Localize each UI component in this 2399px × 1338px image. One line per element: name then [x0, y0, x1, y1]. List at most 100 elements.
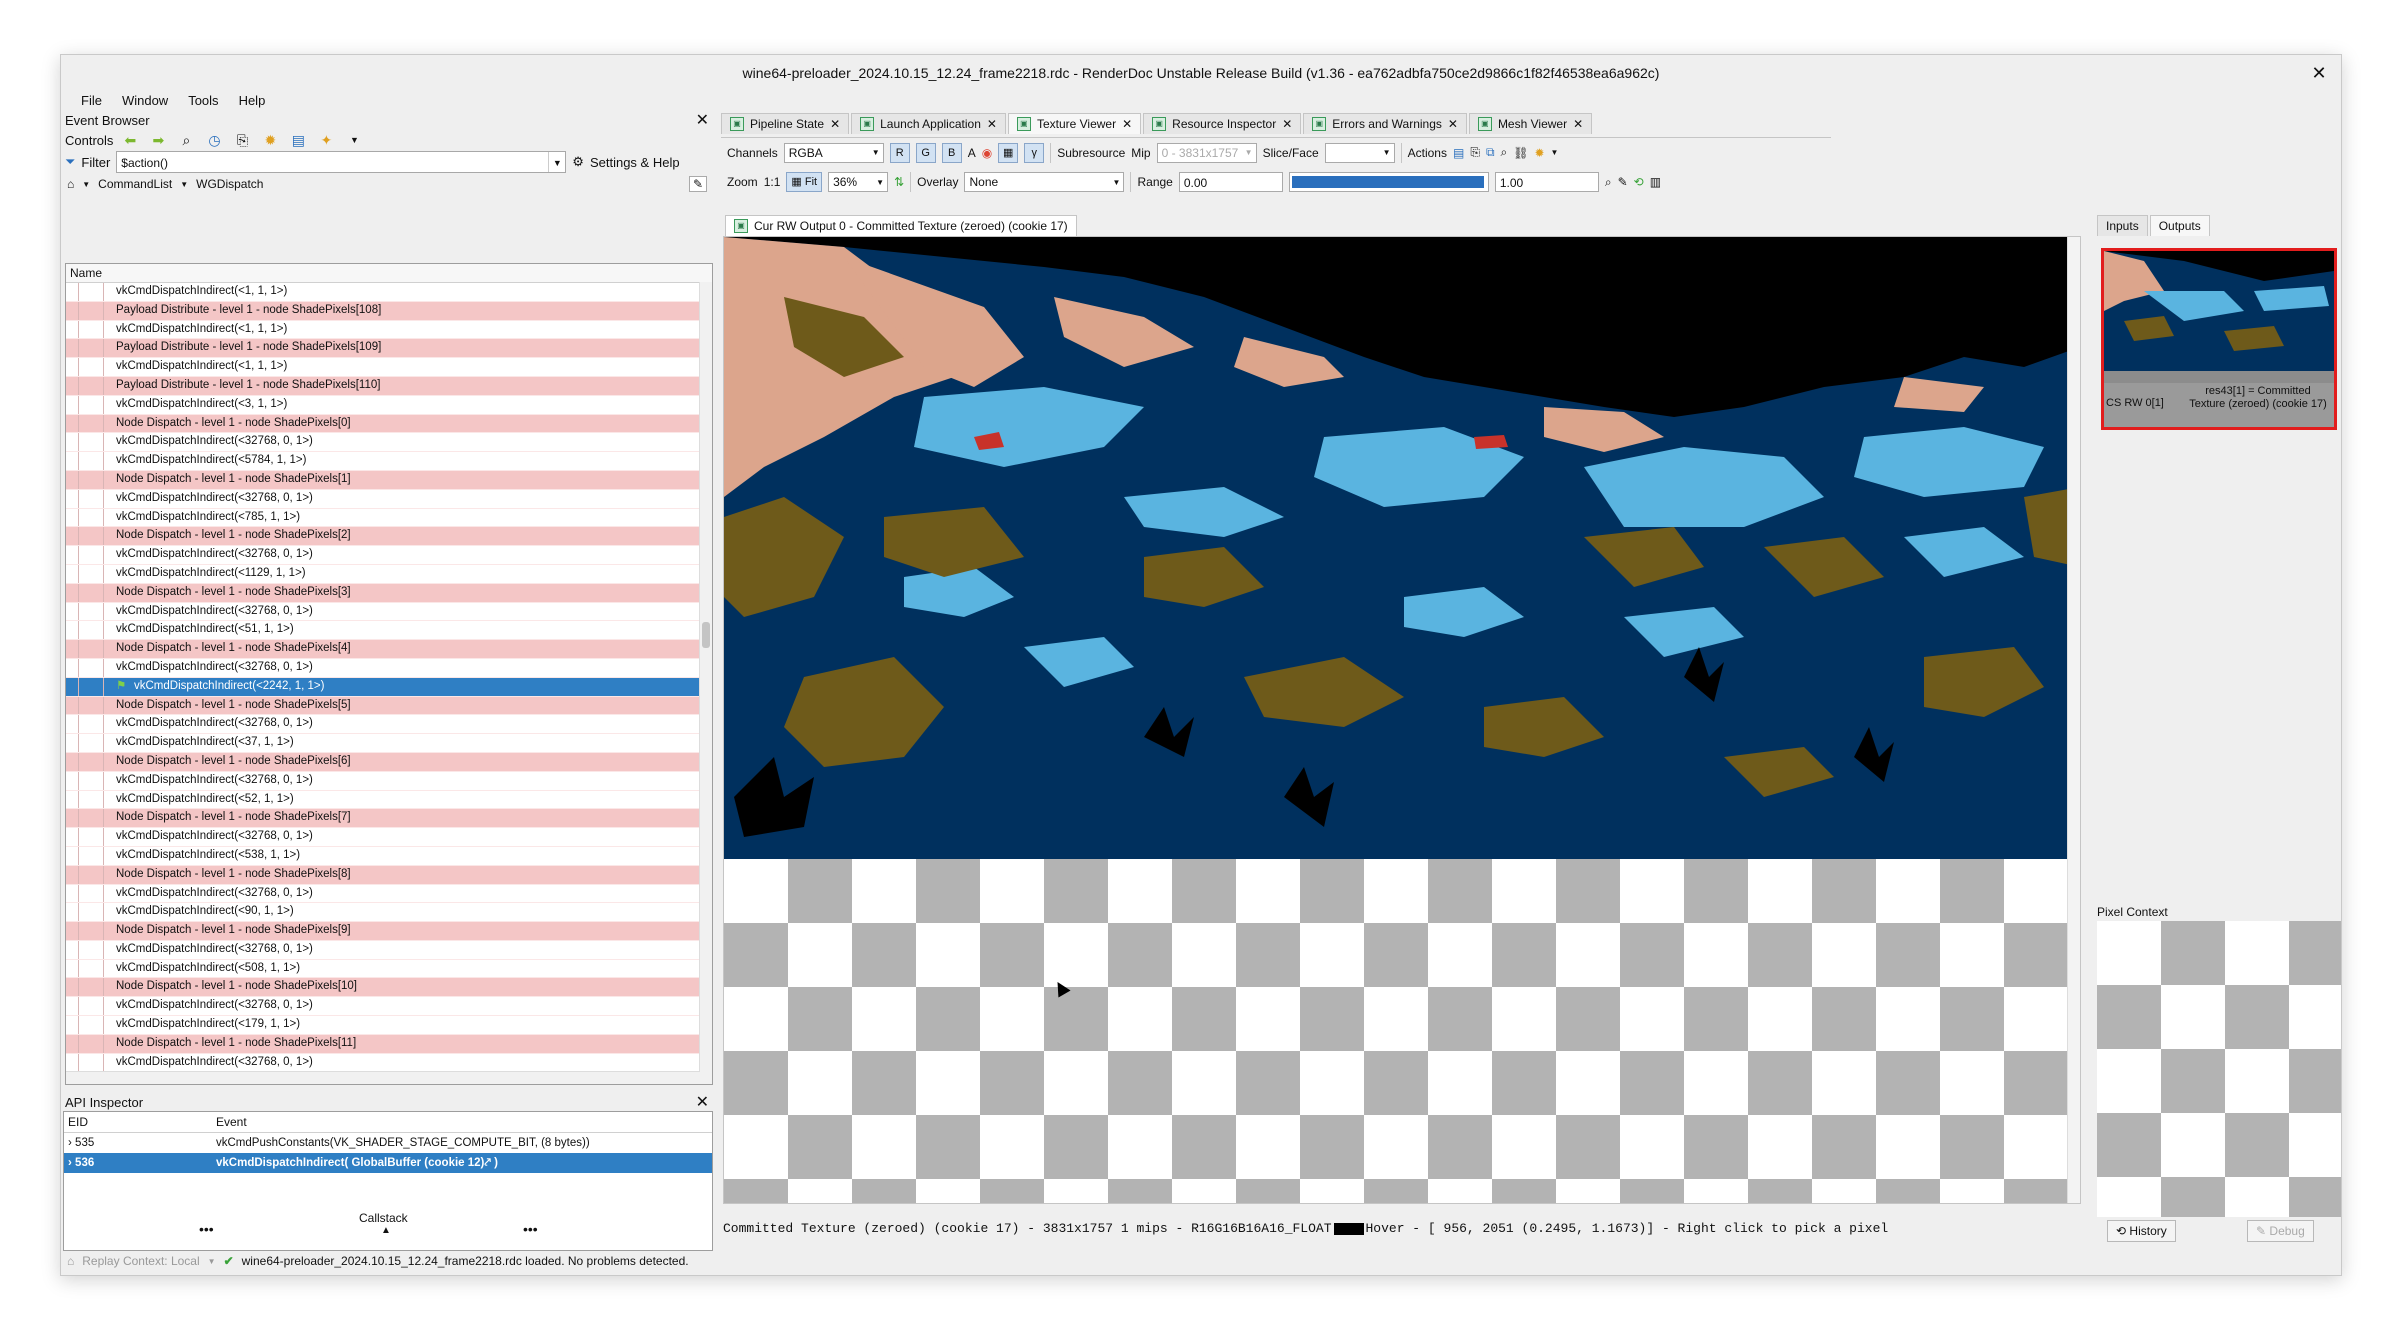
breadcrumb-wgdispatch[interactable]: WGDispatch	[196, 177, 263, 191]
close-icon[interactable]: ✕	[987, 114, 997, 134]
slice-face-select[interactable]: ▼	[1324, 142, 1395, 163]
list-item[interactable]: vkCmdDispatchIndirect(<32768, 0, 1>)	[66, 828, 712, 847]
list-item[interactable]: Payload Distribute - level 1 - node Shad…	[66, 339, 712, 359]
list-item[interactable]: Node Dispatch - level 1 - node ShadePixe…	[66, 640, 712, 659]
list-item[interactable]: Node Dispatch - level 1 - node ShadePixe…	[66, 527, 712, 547]
more-icon[interactable]: •••	[199, 1221, 214, 1237]
close-icon[interactable]: ✕	[696, 1092, 709, 1112]
alpha-channel-toggle[interactable]: A	[968, 146, 976, 160]
close-icon[interactable]: ✕	[2309, 63, 2329, 83]
checkerboard-icon[interactable]: ▦	[998, 142, 1019, 163]
tab-launch-application[interactable]: ▣ Launch Application ✕	[851, 113, 1006, 134]
tab-pipeline-state[interactable]: ▣ Pipeline State ✕	[721, 113, 850, 134]
reset-range-icon[interactable]: ⟲	[1634, 175, 1644, 189]
scrollbar-thumb[interactable]	[702, 622, 710, 648]
list-item[interactable]: Payload Distribute - level 1 - node Shad…	[66, 301, 712, 321]
texture-viewport[interactable]	[723, 236, 2081, 1204]
horizontal-scrollbar[interactable]	[66, 1071, 700, 1084]
close-icon[interactable]: ✕	[1282, 114, 1292, 134]
gear-icon[interactable]: ⚙	[572, 154, 584, 170]
close-icon[interactable]: ✕	[830, 114, 840, 134]
close-icon[interactable]: ✕	[1573, 114, 1583, 134]
save-icon[interactable]: ▤	[287, 131, 309, 149]
list-item[interactable]: vkCmdDispatchIndirect(<32768, 0, 1>)	[66, 489, 712, 509]
list-item[interactable]: vkCmdDispatchIndirect(<1, 1, 1>)	[66, 283, 712, 302]
triangle-up-icon[interactable]: ▲	[381, 1225, 391, 1236]
auto-fit-icon[interactable]: ✎	[1618, 175, 1628, 189]
red-channel-toggle[interactable]: R	[889, 142, 910, 163]
list-item[interactable]: vkCmdDispatchIndirect(<32768, 0, 1>)	[66, 546, 712, 565]
bookmark-icon[interactable]: ✦	[315, 131, 337, 149]
chevron-down-icon[interactable]: ▼	[208, 1257, 216, 1266]
event-column-header[interactable]: Event	[214, 1112, 712, 1132]
flip-icon[interactable]: ⇅	[894, 175, 904, 189]
binoculars-icon[interactable]: ⌕	[1501, 145, 1508, 160]
history-button[interactable]: ⟲ History	[2107, 1220, 2176, 1242]
list-item[interactable]: vkCmdDispatchIndirect(<37, 1, 1>)	[66, 734, 712, 753]
list-item[interactable]: vkCmdDispatchIndirect(<32768, 0, 1>)	[66, 1053, 712, 1073]
settings-help-button[interactable]: Settings & Help	[590, 155, 680, 170]
chevron-down-icon[interactable]: ▼	[1551, 148, 1559, 157]
tab-outputs[interactable]: Outputs	[2149, 215, 2210, 236]
list-item[interactable]: Payload Distribute - level 1 - node Shad…	[66, 376, 712, 396]
zoom-range-icon[interactable]: ⌕	[1605, 175, 1612, 190]
list-item[interactable]: vkCmdDispatchIndirect(<32768, 0, 1>)	[66, 433, 712, 453]
mip-select[interactable]: 0 - 3831x1757 ▼	[1156, 142, 1257, 163]
list-item[interactable]: vkCmdDispatchIndirect(<32768, 0, 1>)	[66, 940, 712, 960]
list-item[interactable]: vkCmdDispatchIndirect(<32768, 0, 1>)	[66, 771, 712, 791]
fit-button[interactable]: ▦ Fit	[786, 172, 823, 192]
export-icon[interactable]: ⎘	[231, 131, 253, 149]
list-item[interactable]: vkCmdDispatchIndirect(<179, 1, 1>)	[66, 1016, 712, 1035]
list-item[interactable]: vkCmdDispatchIndirect(<5784, 1, 1>)	[66, 452, 712, 471]
save-texture-icon[interactable]: ▤	[1453, 146, 1464, 160]
list-item[interactable]: vkCmdDispatchIndirect(<51, 1, 1>)	[66, 621, 712, 641]
list-item[interactable]: vkCmdDispatchIndirect(<32768, 0, 1>)	[66, 997, 712, 1017]
callstack-label[interactable]: Callstack	[359, 1211, 408, 1225]
back-arrow-icon[interactable]: ⬅	[119, 131, 141, 149]
list-item[interactable]: Node Dispatch - level 1 - node ShadePixe…	[66, 809, 712, 829]
list-item[interactable]: vkCmdDispatchIndirect(<538, 1, 1>)	[66, 846, 712, 866]
list-item[interactable]: vkCmdDispatchIndirect(<32768, 0, 1>)	[66, 658, 712, 678]
chevron-down-icon[interactable]: ▼	[548, 152, 565, 172]
list-item[interactable]: Node Dispatch - level 1 - node ShadePixe…	[66, 583, 712, 603]
close-icon[interactable]: ✕	[1122, 114, 1132, 134]
tab-errors-warnings[interactable]: ▣ Errors and Warnings ✕	[1303, 113, 1467, 134]
list-item[interactable]: Node Dispatch - level 1 - node ShadePixe…	[66, 752, 712, 772]
chevron-down-icon[interactable]: ▼	[180, 180, 188, 189]
table-row[interactable]: › 535 vkCmdPushConstants(VK_SHADER_STAGE…	[64, 1133, 712, 1153]
list-item[interactable]: vkCmdDispatchIndirect(<1, 1, 1>)	[66, 358, 712, 377]
zoom-1to1-button[interactable]: 1:1	[764, 175, 781, 189]
list-item[interactable]: Node Dispatch - level 1 - node ShadePixe…	[66, 470, 712, 490]
close-icon[interactable]: ✕	[1448, 114, 1458, 134]
list-item[interactable]: Node Dispatch - level 1 - node ShadePixe…	[66, 922, 712, 941]
more-icon[interactable]: •••	[523, 1221, 538, 1237]
edit-icon[interactable]: ✎	[688, 176, 707, 192]
debug-button[interactable]: ✎ Debug	[2247, 1220, 2314, 1242]
vertical-scrollbar[interactable]	[699, 282, 712, 1084]
copy-icon[interactable]: ⎘	[1470, 145, 1480, 160]
histogram-icon[interactable]: ▥	[1650, 175, 1661, 189]
range-min-input[interactable]: 0.00	[1178, 172, 1283, 192]
chevron-right-icon[interactable]: ›	[68, 1137, 72, 1149]
list-item[interactable]: vkCmdDispatchIndirect(<1129, 1, 1>)	[66, 564, 712, 584]
replay-context[interactable]: Replay Context: Local	[82, 1254, 199, 1268]
range-max-input[interactable]: 1.00	[1494, 172, 1599, 192]
list-item[interactable]: vkCmdDispatchIndirect(<785, 1, 1>)	[66, 508, 712, 528]
channels-select[interactable]: RGBA ▼	[783, 142, 884, 163]
viewport-scrollbar[interactable]	[2067, 237, 2080, 1203]
list-item[interactable]: Node Dispatch - level 1 - node ShadePixe…	[66, 414, 712, 434]
range-slider[interactable]	[1288, 172, 1489, 192]
list-item[interactable]: Node Dispatch - level 1 - node ShadePixe…	[66, 1034, 712, 1054]
tab-resource-inspector[interactable]: ▣ Resource Inspector ✕	[1143, 113, 1302, 134]
color-wheel-icon[interactable]: ◉	[982, 146, 992, 160]
list-item[interactable]: vkCmdDispatchIndirect(<32768, 0, 1>)	[66, 715, 712, 735]
zoom-select[interactable]: 36% ▼	[828, 172, 889, 192]
breadcrumb-commandlist[interactable]: CommandList	[98, 177, 172, 191]
view-info-icon[interactable]: ⧉	[1486, 145, 1495, 160]
menu-file[interactable]: File	[73, 91, 110, 111]
link-icon[interactable]: ⛓	[1513, 146, 1528, 160]
settings-sun-icon[interactable]: ✹	[259, 131, 281, 149]
pixel-context-view[interactable]	[2097, 921, 2341, 1217]
overlay-select[interactable]: None ▼	[964, 172, 1125, 192]
chevron-down-icon[interactable]: ▼	[343, 131, 365, 149]
